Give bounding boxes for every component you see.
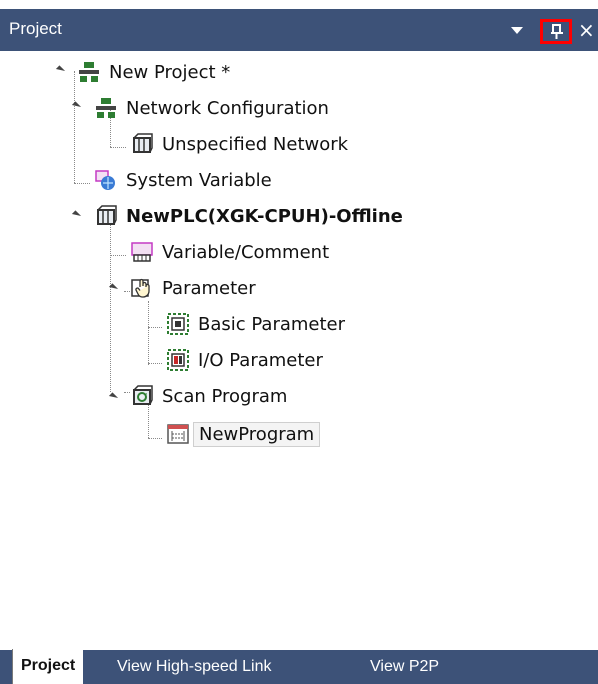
tree-item-variable-comment[interactable]: Variable/Comment (131, 237, 334, 267)
tree-item-parameter[interactable]: Parameter (131, 273, 261, 303)
project-icon (78, 61, 100, 83)
io-parameter-icon (167, 349, 189, 371)
plc-module-icon (95, 205, 117, 227)
tree-item-label: Variable/Comment (162, 241, 330, 263)
tree-item-plc[interactable]: NewPLC(XGK-CPUH)-Offline (95, 201, 408, 231)
parameter-hand-icon (131, 277, 153, 299)
tab-view-high-speed-link[interactable]: View High-speed Link (117, 650, 271, 684)
expand-toggle-icon[interactable] (71, 210, 82, 220)
expand-toggle-icon[interactable] (55, 65, 66, 75)
tree-item-label: Parameter (162, 277, 256, 299)
tab-project[interactable]: Project (12, 649, 84, 684)
tree-item-label: I/O Parameter (198, 349, 323, 371)
tab-view-p2p[interactable]: View P2P (370, 650, 439, 684)
pin-icon[interactable] (540, 19, 572, 44)
panel-title: Project (9, 19, 62, 38)
tree-item-system-variable[interactable]: System Variable (95, 165, 277, 195)
plc-module-icon (131, 133, 153, 155)
tree-item-new-project[interactable]: New Project * (78, 57, 235, 87)
program-ladder-icon (167, 423, 189, 445)
expand-toggle-icon[interactable] (108, 392, 119, 402)
tree-item-label: NewPLC(XGK-CPUH)-Offline (126, 205, 403, 227)
tree-item-label: Unspecified Network (162, 133, 349, 155)
panel-titlebar: Project × (0, 9, 598, 51)
tree-item-scan-program[interactable]: Scan Program (131, 381, 292, 411)
basic-parameter-icon (167, 313, 189, 335)
tree-item-label: Network Configuration (126, 97, 329, 119)
tree-item-unspecified-network[interactable]: Unspecified Network (131, 129, 353, 159)
scan-program-icon (131, 385, 153, 407)
dropdown-arrow-icon[interactable] (511, 27, 523, 34)
variable-comment-icon (131, 241, 153, 263)
network-config-icon (95, 97, 117, 119)
close-icon[interactable]: × (578, 17, 595, 43)
tree-item-basic-parameter[interactable]: Basic Parameter (167, 309, 350, 339)
bottom-tab-bar: Project View High-speed Link View P2P (0, 649, 598, 684)
tree-item-io-parameter[interactable]: I/O Parameter (167, 345, 328, 375)
tree-item-label: Basic Parameter (198, 313, 346, 335)
tree-item-label: System Variable (126, 169, 272, 191)
tree-item-network-configuration[interactable]: Network Configuration (95, 93, 334, 123)
tree-item-label: Scan Program (162, 385, 288, 407)
system-variable-icon (95, 169, 117, 191)
tree-item-label: NewProgram (193, 421, 321, 447)
tree-item-new-program[interactable]: NewProgram (167, 419, 321, 449)
project-tree: New Project * Network Configuration Unsp… (0, 51, 598, 611)
tree-item-label: New Project * (109, 61, 231, 83)
